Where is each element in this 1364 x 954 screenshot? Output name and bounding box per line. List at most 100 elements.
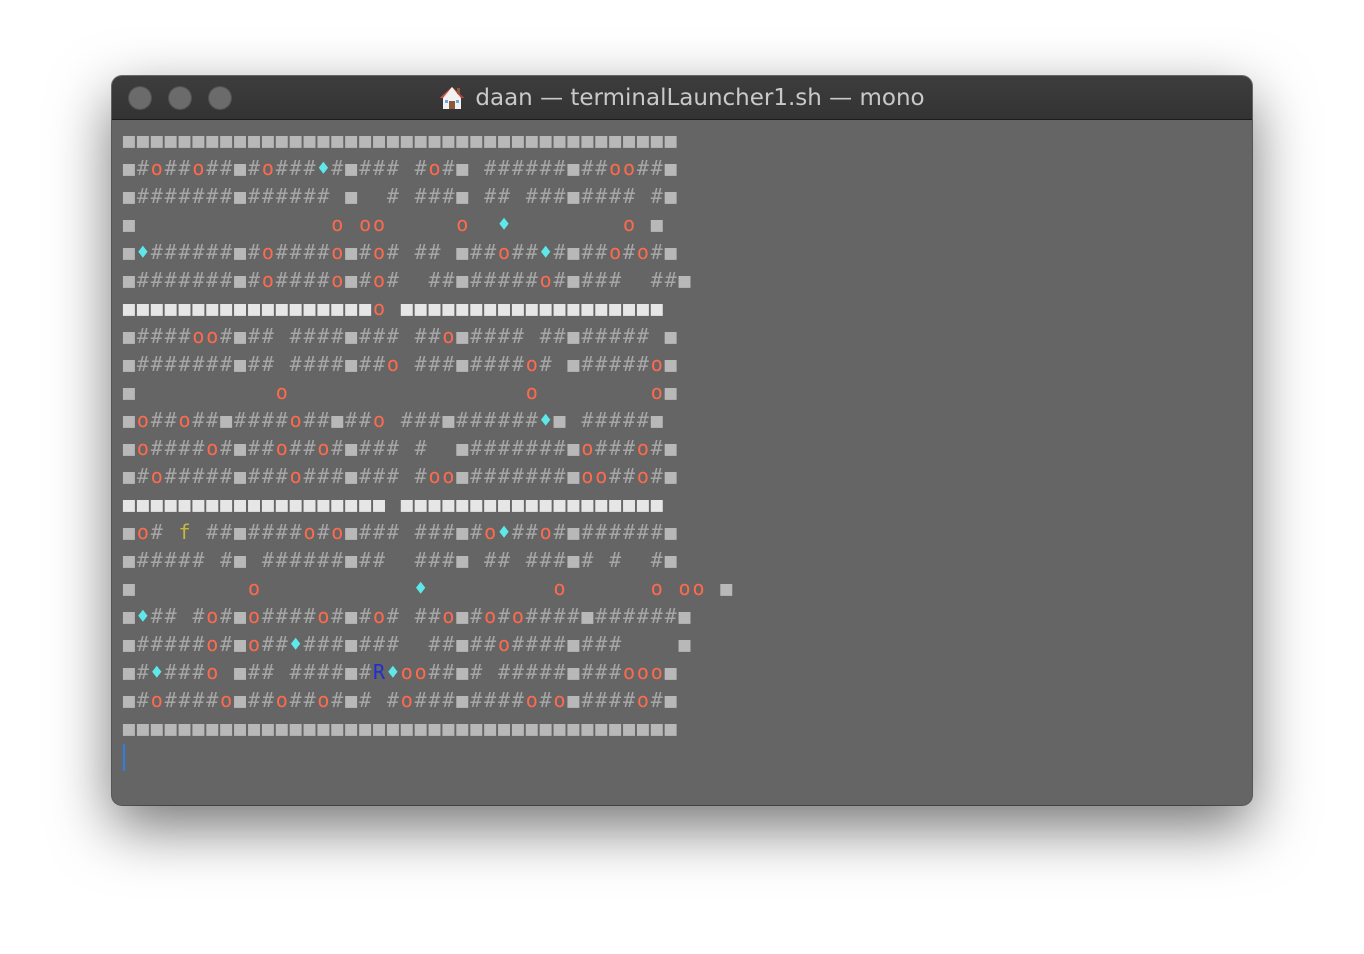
- wall-tile: #: [247, 660, 260, 684]
- wall-tile: #: [511, 464, 524, 488]
- block-tile: ■: [234, 688, 247, 712]
- wall-tile: #: [595, 660, 608, 684]
- title-bar[interactable]: daan — terminalLauncher1.sh — mono: [112, 76, 1252, 120]
- block-tile: ■: [456, 520, 469, 544]
- block-tile: ■: [345, 464, 358, 488]
- empty-tile: [580, 378, 594, 406]
- empty-tile: [664, 630, 678, 658]
- wall-tile: #: [609, 660, 622, 684]
- block-tile: ■: [372, 716, 385, 740]
- empty-tile: [594, 574, 608, 602]
- wall-tile: #: [428, 520, 441, 544]
- block-tile: ■: [247, 128, 260, 152]
- terminal-line: ■#######■#o####o■#o# ##■#####o#■### ##■: [122, 266, 1242, 294]
- block-tile: ■: [234, 520, 247, 544]
- empty-tile: [191, 378, 205, 406]
- empty-tile: [150, 378, 164, 406]
- block-tile: ■: [497, 492, 511, 516]
- wall-tile: #: [414, 408, 427, 432]
- block-tile: ■: [511, 492, 524, 516]
- block-tile: ■: [567, 520, 580, 544]
- block-tile: ■: [345, 604, 358, 628]
- wall-tile: #: [261, 184, 274, 208]
- wall-tile: #: [178, 184, 191, 208]
- wall-tile: #: [539, 156, 552, 180]
- wall-tile: #: [261, 660, 274, 684]
- coin-tile: o: [609, 240, 622, 264]
- wall-tile: #: [595, 184, 608, 208]
- block-tile: ■: [164, 296, 177, 320]
- block-tile: ■: [456, 352, 469, 376]
- wall-tile: #: [650, 520, 663, 544]
- wall-tile: #: [261, 632, 274, 656]
- wall-tile: #: [136, 184, 149, 208]
- empty-tile: [497, 378, 511, 406]
- wall-tile: #: [470, 604, 483, 628]
- empty-tile: [233, 378, 247, 406]
- block-tile: ■: [567, 240, 580, 264]
- block-tile: ■: [122, 716, 135, 740]
- block-tile: ■: [567, 716, 580, 740]
- terminal-line: ■■■■■■■■■■■■■■■■■■o ■■■■■■■■■■■■■■■■■■■: [122, 294, 1242, 322]
- block-tile: ■: [456, 240, 469, 264]
- block-tile: ■: [456, 716, 469, 740]
- wall-tile: #: [581, 324, 594, 348]
- wall-tile: #: [581, 352, 594, 376]
- wall-tile: #: [317, 660, 330, 684]
- wall-tile: #: [192, 632, 205, 656]
- wall-tile: #: [622, 408, 636, 432]
- wall-tile: #: [525, 408, 538, 432]
- wall-tile: #: [359, 408, 372, 432]
- empty-tile: [303, 210, 317, 238]
- block-tile: ■: [595, 492, 608, 516]
- wall-tile: #: [511, 324, 524, 348]
- empty-tile: [511, 546, 525, 574]
- empty-tile: [400, 350, 414, 378]
- wall-tile: #: [484, 408, 497, 432]
- wall-tile: #: [539, 352, 552, 376]
- wall-tile: #: [289, 240, 302, 264]
- empty-tile: [636, 630, 650, 658]
- wall-tile: #: [511, 660, 524, 684]
- wall-tile: #: [331, 464, 344, 488]
- wall-tile: #: [525, 240, 538, 264]
- wall-tile: #: [581, 548, 594, 572]
- block-tile: ■: [303, 716, 316, 740]
- wall-tile: #: [595, 520, 608, 544]
- block-tile: ■: [650, 296, 663, 320]
- wall-tile: #: [136, 688, 149, 712]
- wall-tile: #: [442, 156, 455, 180]
- block-tile: ■: [345, 632, 358, 656]
- block-tile: ■: [150, 716, 163, 740]
- coin-tile: o: [206, 660, 219, 684]
- wall-tile: #: [581, 408, 594, 432]
- empty-tile: [483, 574, 497, 602]
- empty-tile: [400, 574, 414, 602]
- empty-tile: [414, 378, 428, 406]
- coin-tile: o: [678, 576, 691, 600]
- wall-tile: #: [206, 408, 219, 432]
- block-tile: ■: [386, 716, 399, 740]
- block-tile: ■: [122, 240, 135, 264]
- empty-tile: [414, 210, 428, 238]
- wall-tile: #: [622, 184, 636, 208]
- coin-tile: o: [136, 436, 149, 460]
- wall-tile: #: [372, 156, 385, 180]
- wall-tile: #: [359, 352, 372, 376]
- wall-tile: #: [553, 548, 566, 572]
- wall-tile: #: [650, 268, 663, 292]
- block-tile: ■: [122, 296, 135, 320]
- coin-tile: o: [636, 240, 649, 264]
- terminal-content[interactable]: ■■■■■■■■■■■■■■■■■■■■■■■■■■■■■■■■■■■■■■■■…: [122, 126, 1242, 796]
- empty-tile: [483, 378, 497, 406]
- block-tile: ■: [247, 296, 260, 320]
- block-tile: ■: [484, 128, 497, 152]
- wall-tile: #: [442, 688, 455, 712]
- coin-tile: o: [539, 520, 552, 544]
- wall-tile: #: [386, 268, 399, 292]
- empty-tile: [289, 574, 303, 602]
- empty-tile: [636, 266, 650, 294]
- empty-tile: [178, 574, 192, 602]
- empty-tile: [205, 574, 219, 602]
- diamond-tile: ♦: [497, 212, 511, 236]
